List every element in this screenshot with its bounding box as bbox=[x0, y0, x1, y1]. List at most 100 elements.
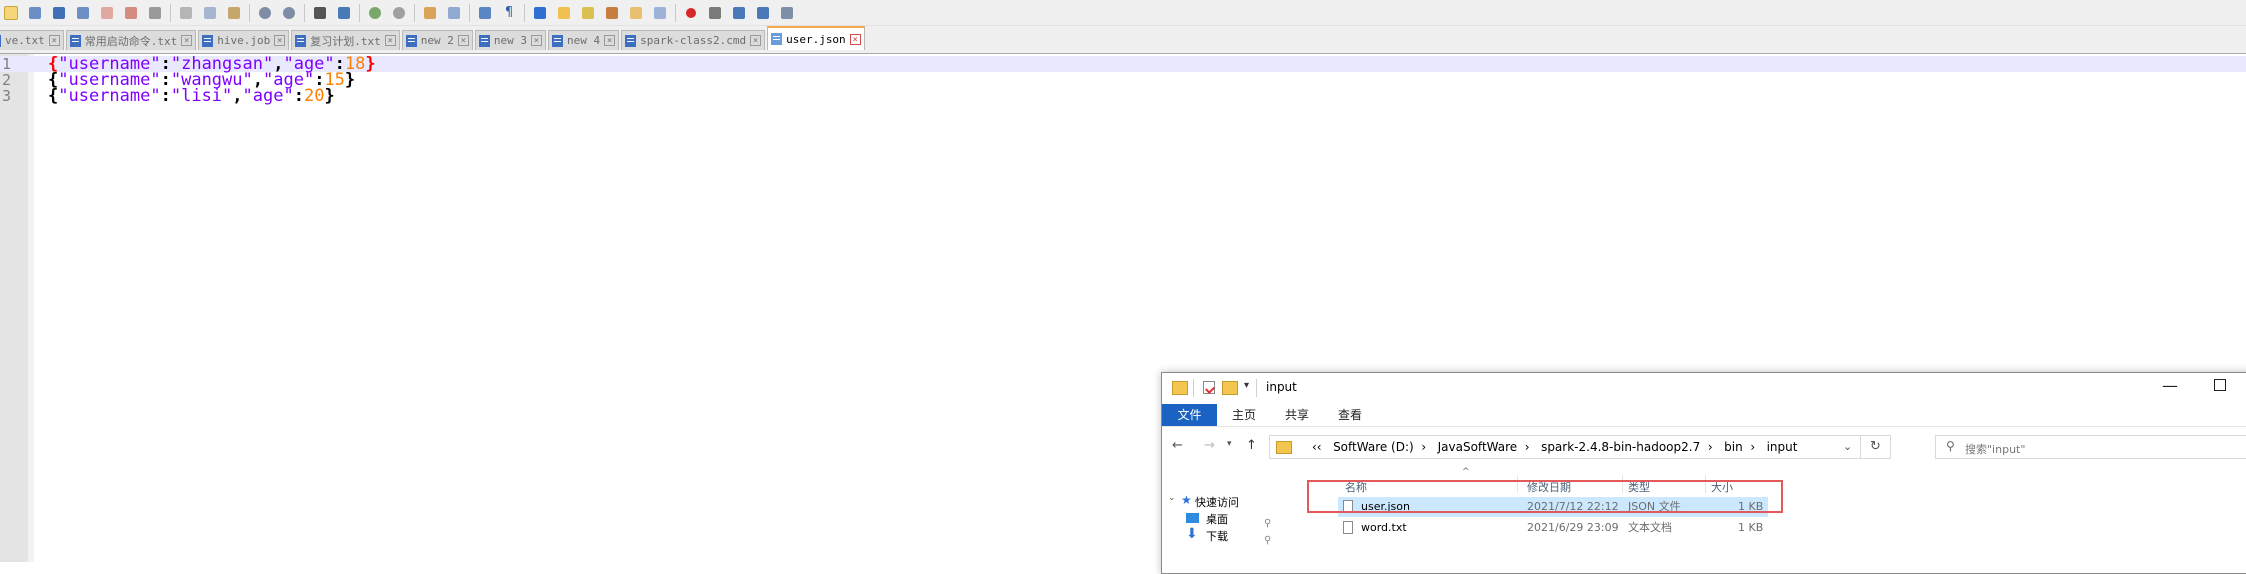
sort-up-icon: ^ bbox=[1462, 467, 1470, 477]
stop-macro-icon[interactable] bbox=[706, 4, 724, 22]
new-file-icon[interactable] bbox=[2, 4, 20, 22]
print-icon[interactable] bbox=[146, 4, 164, 22]
download-icon: ⬇ bbox=[1186, 526, 1198, 542]
file-name[interactable]: word.txt bbox=[1361, 518, 1407, 538]
search-box[interactable]: ⚲ 搜索"input" bbox=[1935, 435, 2246, 459]
document-tab[interactable]: new 4 × bbox=[547, 30, 620, 50]
file-tab-icon bbox=[405, 34, 417, 47]
map-icon[interactable] bbox=[579, 4, 597, 22]
toolbar-separator bbox=[304, 3, 305, 22]
cut-icon[interactable] bbox=[177, 4, 195, 22]
document-tab[interactable]: spark-class2.cmd × bbox=[621, 30, 766, 50]
close-tab-icon[interactable]: × bbox=[181, 35, 193, 46]
address-bar[interactable]: ‹‹ SoftWare (D:) › JavaSoftWare › spark-… bbox=[1269, 435, 1891, 459]
refresh-icon[interactable]: ↻ bbox=[1870, 439, 1881, 454]
toolbar-separator bbox=[524, 3, 525, 22]
document-tab[interactable]: 复习计划.txt × bbox=[291, 30, 400, 50]
document-tab[interactable]: hive.job × bbox=[198, 30, 290, 50]
sidebar-quick-access[interactable]: 快速访问 bbox=[1195, 494, 1239, 510]
address-dropdown-icon[interactable]: ⌄ bbox=[1843, 440, 1852, 453]
editor-line[interactable]: 2 {"username":"wangwu","age":15} bbox=[0, 72, 2246, 89]
word-wrap-icon[interactable] bbox=[476, 4, 494, 22]
folder-icon bbox=[1172, 381, 1188, 395]
save-icon[interactable] bbox=[50, 4, 68, 22]
line-code[interactable]: {"username":"lisi","age":20} bbox=[48, 86, 335, 106]
folder-workspace-icon[interactable] bbox=[627, 4, 645, 22]
editor-text-area[interactable]: 1 {"username":"zhangsan","age":18} 2 {"u… bbox=[0, 55, 2246, 106]
ribbon-tab-home[interactable]: 主页 bbox=[1222, 404, 1266, 426]
tab-label: user.json bbox=[786, 32, 846, 46]
ribbon: 文件 主页 共享 查看 bbox=[1162, 404, 2246, 427]
close-tab-icon[interactable]: × bbox=[530, 35, 542, 46]
breadcrumb-item-spark[interactable]: spark-2.4.8-bin-hadoop2.7 bbox=[1541, 440, 1700, 454]
close-tab-icon[interactable]: × bbox=[849, 33, 861, 45]
new-folder-icon[interactable] bbox=[1222, 381, 1238, 395]
json-key: "age" bbox=[242, 86, 294, 106]
breadcrumb-item-drive[interactable]: SoftWare (D:) bbox=[1333, 440, 1414, 454]
ribbon-tab-share[interactable]: 共享 bbox=[1275, 404, 1319, 426]
close-tab-icon[interactable]: × bbox=[48, 35, 60, 46]
document-tab[interactable]: new 3 × bbox=[474, 30, 546, 50]
close-tab-icon[interactable]: × bbox=[750, 35, 762, 46]
replace-icon[interactable] bbox=[335, 4, 353, 22]
open-file-icon[interactable] bbox=[26, 4, 44, 22]
maximize-icon[interactable] bbox=[2214, 379, 2226, 391]
zoom-in-icon[interactable] bbox=[366, 4, 384, 22]
toolbar-separator bbox=[675, 3, 676, 22]
properties-icon[interactable] bbox=[1203, 381, 1215, 394]
tab-bar: ve.txt × 常用启动命令.txt × hive.job × 复习计划.txt × new … bbox=[0, 26, 2246, 54]
expand-chevron-icon[interactable]: ⌄ bbox=[1168, 493, 1176, 503]
explorer-title-bar: ▾ input — bbox=[1162, 373, 2246, 403]
document-tab[interactable]: new 2 × bbox=[401, 30, 473, 50]
find-icon[interactable] bbox=[311, 4, 329, 22]
save-macro-icon[interactable] bbox=[778, 4, 796, 22]
document-tab[interactable]: user.json × bbox=[767, 26, 865, 50]
breadcrumb-item-javasoftware[interactable]: JavaSoftWare bbox=[1438, 440, 1518, 454]
file-row-word-txt[interactable]: word.txt 2021/6/29 23:09 文本文档 1 KB bbox=[1338, 518, 1768, 538]
customize-toolbar-icon[interactable]: ▾ bbox=[1244, 380, 1249, 391]
redo-icon[interactable] bbox=[280, 4, 298, 22]
record-macro-icon[interactable] bbox=[682, 4, 700, 22]
editor-line[interactable]: 3 {"username":"lisi","age":20} bbox=[0, 86, 2246, 106]
undo-icon[interactable] bbox=[256, 4, 274, 22]
forward-arrow-icon[interactable]: → bbox=[1204, 438, 1215, 453]
close-tab-icon[interactable]: × bbox=[457, 35, 469, 46]
minimize-icon[interactable]: — bbox=[2162, 376, 2178, 395]
zoom-out-icon[interactable] bbox=[390, 4, 408, 22]
sidebar-desktop[interactable]: 桌面 bbox=[1206, 511, 1228, 527]
recent-locations-icon[interactable]: ▾ bbox=[1227, 439, 1232, 449]
close-tab-icon[interactable]: × bbox=[384, 35, 396, 46]
copy-icon[interactable] bbox=[201, 4, 219, 22]
document-tab[interactable]: ve.txt × bbox=[0, 30, 64, 50]
close-icon[interactable] bbox=[98, 4, 116, 22]
close-tab-icon[interactable]: × bbox=[604, 35, 616, 46]
pin-icon[interactable]: ⚲ bbox=[1264, 535, 1271, 546]
language-icon[interactable] bbox=[555, 4, 573, 22]
back-arrow-icon[interactable]: ← bbox=[1172, 438, 1183, 453]
play-macro-icon[interactable] bbox=[730, 4, 748, 22]
breadcrumb-separator: › bbox=[1421, 440, 1427, 454]
ribbon-tab-view[interactable]: 查看 bbox=[1328, 404, 1372, 426]
document-tab[interactable]: 常用启动命令.txt × bbox=[65, 30, 197, 50]
show-all-chars-icon[interactable]: ¶ bbox=[500, 4, 518, 22]
ribbon-tab-file[interactable]: 文件 bbox=[1162, 404, 1217, 426]
pin-icon[interactable]: ⚲ bbox=[1264, 518, 1271, 529]
monitor-icon[interactable] bbox=[651, 4, 669, 22]
sync-horizontal-icon[interactable] bbox=[445, 4, 463, 22]
indent-guide-icon[interactable] bbox=[531, 4, 549, 22]
breadcrumb-item-input[interactable]: input bbox=[1767, 440, 1798, 454]
sync-vertical-icon[interactable] bbox=[421, 4, 439, 22]
up-arrow-icon[interactable]: ↑ bbox=[1246, 438, 1257, 453]
breadcrumb-overflow[interactable]: ‹‹ bbox=[1312, 440, 1322, 454]
paste-icon[interactable] bbox=[225, 4, 243, 22]
close-all-icon[interactable] bbox=[122, 4, 140, 22]
breadcrumb-item-bin[interactable]: bin bbox=[1724, 440, 1743, 454]
run-macro-multiple-icon[interactable] bbox=[754, 4, 772, 22]
function-list-icon[interactable] bbox=[603, 4, 621, 22]
comma: , bbox=[232, 86, 243, 106]
sidebar-downloads[interactable]: 下载 bbox=[1206, 528, 1228, 544]
line-number: 1 bbox=[2, 55, 12, 73]
save-all-icon[interactable] bbox=[74, 4, 92, 22]
highlight-annotation-box bbox=[1307, 480, 1783, 513]
close-tab-icon[interactable]: × bbox=[274, 35, 286, 46]
